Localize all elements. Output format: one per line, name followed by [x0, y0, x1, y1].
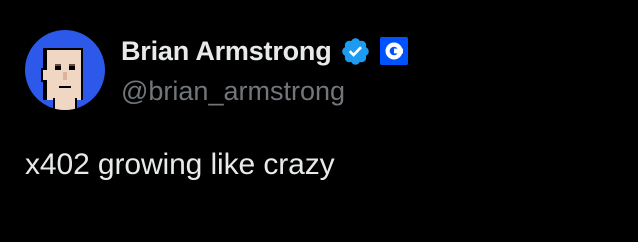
- author-display-name[interactable]: Brian Armstrong: [121, 36, 332, 67]
- verified-badge-icon[interactable]: [340, 36, 371, 67]
- coinbase-logo-icon[interactable]: [379, 37, 408, 65]
- author-name-row: Brian Armstrong: [121, 34, 408, 68]
- author-handle[interactable]: @brian_armstrong: [121, 76, 345, 107]
- pixel-face-avatar-icon: [25, 30, 105, 110]
- tweet-text: x402 growing like crazy: [25, 148, 335, 181]
- author-avatar[interactable]: [25, 30, 105, 110]
- tweet-card: Brian Armstrong @brian_armstrong x402 gr…: [0, 0, 638, 242]
